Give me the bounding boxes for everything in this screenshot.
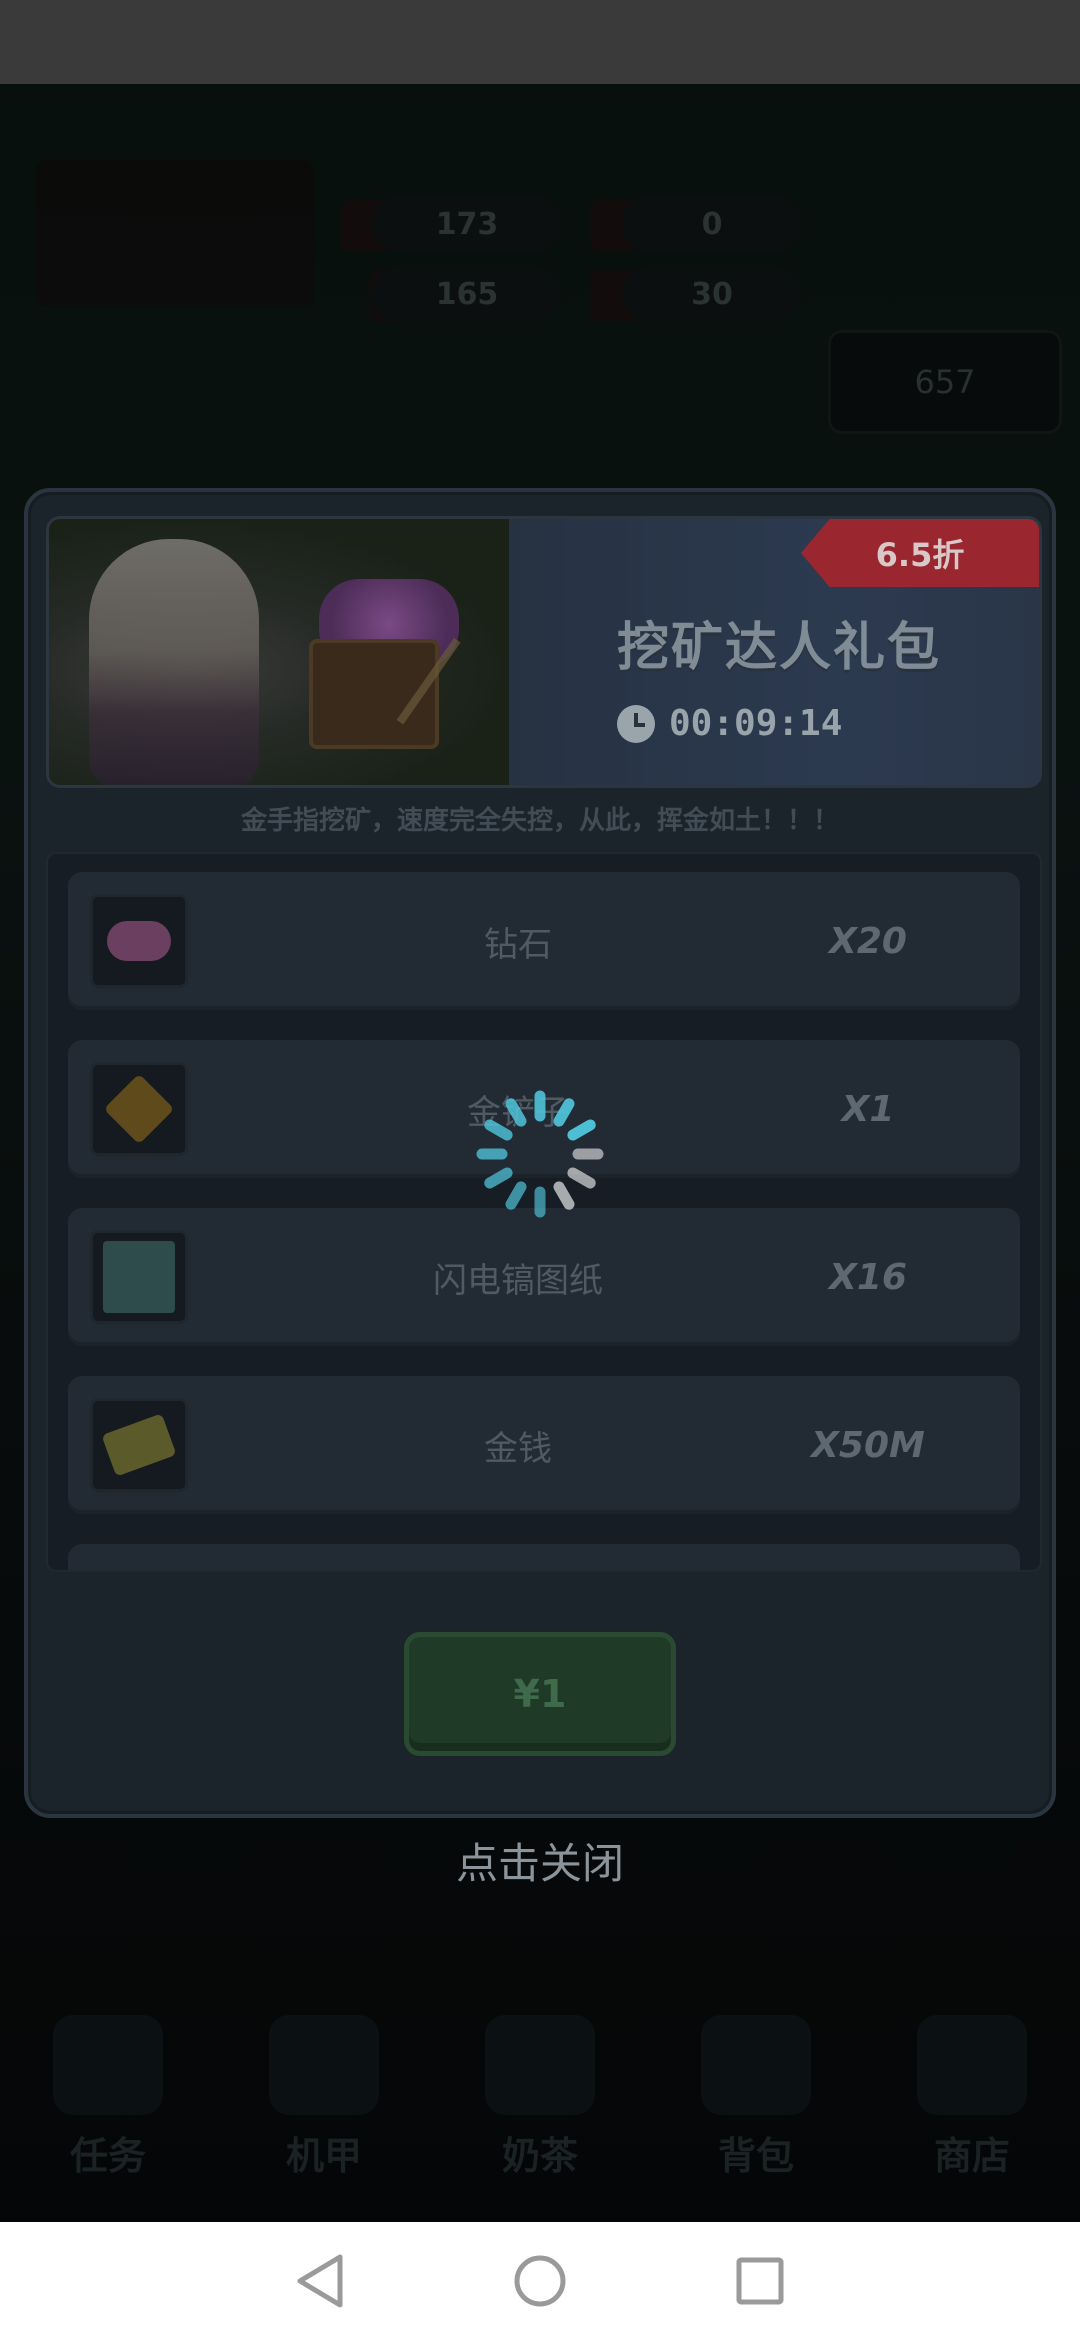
buy-button[interactable]: ¥1: [404, 1632, 676, 1756]
status-bar: [0, 0, 1080, 84]
resource-pill: 30: [622, 266, 802, 322]
money-icon: [90, 1398, 188, 1492]
reward-item-name: 闪电镐图纸: [433, 1260, 603, 1301]
shop-icon: [917, 2015, 1027, 2115]
nav-tab-tasks: 任务: [18, 2000, 198, 2180]
nav-tab-bag: 背包: [666, 2000, 846, 2180]
old-miner-portrait: [89, 539, 259, 785]
discount-badge: 6.5折: [801, 519, 1039, 587]
tasks-icon: [53, 2015, 163, 2115]
reward-item: 金钱 X50M: [68, 1376, 1020, 1514]
nav-tab-label: 机甲: [285, 2134, 362, 2178]
back-icon[interactable]: [285, 2246, 355, 2316]
nav-tab-label: 任务: [69, 2134, 146, 2178]
tea-icon: [485, 2015, 595, 2115]
side-event-button: 657: [828, 330, 1062, 434]
tap-to-close-hint[interactable]: 点击关闭: [0, 1830, 1080, 1891]
clock-icon: [617, 704, 655, 743]
reward-item-partial: [68, 1544, 1020, 1570]
mech-icon: [269, 2015, 379, 2115]
home-icon[interactable]: [505, 2246, 575, 2316]
blueprint-icon: [90, 1230, 188, 1324]
reward-item: 闪电镐图纸 X16: [68, 1208, 1020, 1346]
player-panel: [36, 160, 314, 306]
nav-tab-tea: 奶茶: [450, 2000, 630, 2180]
nav-tab-label: 商店: [933, 2134, 1010, 2178]
gift-pack-title: 挖矿达人礼包: [616, 618, 941, 678]
bag-icon: [701, 2015, 811, 2115]
shovel-icon: [90, 1062, 188, 1156]
resource-pill: 0: [622, 196, 802, 252]
reward-item-quantity: X1: [841, 1088, 895, 1130]
recents-icon[interactable]: [725, 2246, 795, 2316]
countdown-timer: 00:09:14: [617, 703, 842, 744]
resource-pill: 165: [372, 266, 562, 322]
diamond-icon: [90, 894, 188, 988]
reward-item-quantity: X20: [829, 920, 907, 962]
reward-item-name: 钻石: [484, 924, 552, 965]
nav-tab-label: 奶茶: [501, 2134, 578, 2178]
gift-pack-description: 金手指挖矿，速度完全失控，从此，挥金如土！！！: [240, 806, 839, 836]
banner-artwork: [49, 519, 512, 785]
reward-item-quantity: X16: [829, 1256, 907, 1298]
system-nav-bar: [0, 2222, 1080, 2340]
nav-tab-shop: 商店: [882, 2000, 1062, 2180]
bottom-nav: 任务 机甲 奶茶 背包 商店: [0, 2000, 1080, 2200]
reward-item-name: 金钱: [484, 1428, 552, 1469]
gift-pack-banner: 6.5折 挖矿达人礼包 00:09:14: [46, 516, 1042, 788]
reward-item-quantity: X50M: [811, 1424, 925, 1466]
nav-tab-mech: 机甲: [234, 2000, 414, 2180]
timer-text: 00:09:14: [669, 703, 843, 744]
nav-tab-label: 背包: [717, 2134, 794, 2178]
reward-item: 钻石 X20: [68, 872, 1020, 1010]
resource-pill: 173: [372, 196, 562, 252]
loading-spinner-icon: [476, 1090, 604, 1218]
